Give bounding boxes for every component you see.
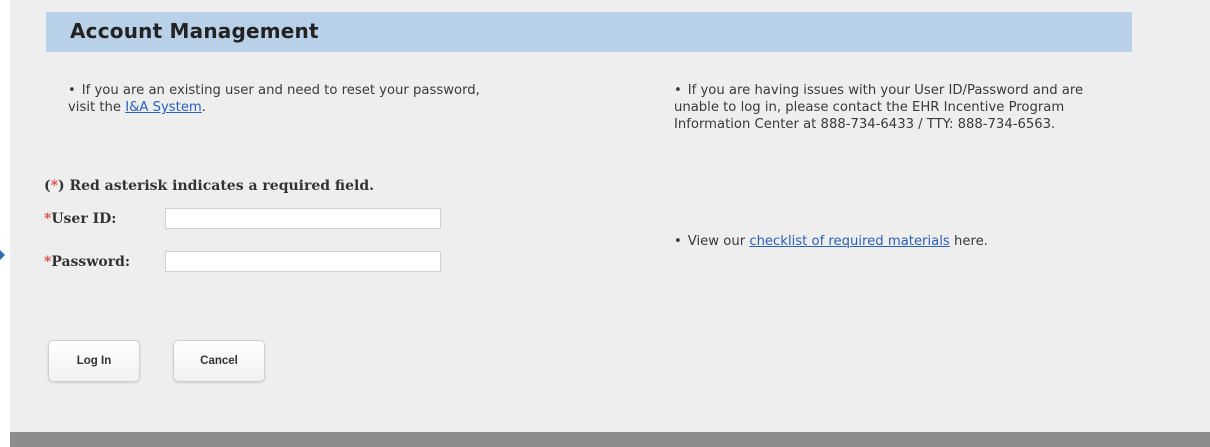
side-arrow-icon <box>0 250 5 260</box>
checklist-link[interactable]: checklist of required materials <box>749 234 949 249</box>
support-contact-text: If you are having issues with your User … <box>674 83 1084 132</box>
log-in-button[interactable]: Log In <box>48 340 140 382</box>
required-note-open: ( <box>44 178 51 194</box>
page-title: Account Management <box>70 19 319 43</box>
cancel-button[interactable]: Cancel <box>173 340 265 382</box>
bullet-icon: • <box>68 83 76 98</box>
password-input[interactable] <box>165 251 441 272</box>
required-field-note: (*) Red asterisk indicates a required fi… <box>44 178 374 194</box>
required-asterisk: * <box>50 178 58 194</box>
password-label-text: Password: <box>51 254 131 270</box>
bullet-icon: • <box>674 83 682 98</box>
required-note-text: ) Red asterisk indicates a required fiel… <box>57 178 374 194</box>
checklist-info: • View our checklist of required material… <box>674 233 1134 250</box>
log-in-button-label: Log In <box>76 355 112 367</box>
ia-system-link[interactable]: I&A System <box>125 100 202 115</box>
support-contact-info: • If you are having issues with your User… <box>674 82 1124 133</box>
user-id-label-text: User ID: <box>51 211 117 227</box>
page-left-edge <box>0 0 10 447</box>
reset-password-info: • If you are an existing user and need to… <box>68 82 508 116</box>
cancel-button-label: Cancel <box>200 355 238 367</box>
account-management-page: Account Management • If you are an existi… <box>10 0 1210 432</box>
bottom-scrollbar[interactable] <box>10 432 1210 447</box>
user-id-input[interactable] <box>165 208 441 229</box>
password-label: *Password: <box>44 254 130 270</box>
bullet-icon: • <box>674 234 682 249</box>
checklist-text: View our <box>687 234 746 249</box>
user-id-label: *User ID: <box>44 211 116 227</box>
section-header: Account Management <box>46 12 1132 52</box>
reset-password-text-end: . <box>201 100 206 115</box>
checklist-text-end: here. <box>953 234 988 249</box>
